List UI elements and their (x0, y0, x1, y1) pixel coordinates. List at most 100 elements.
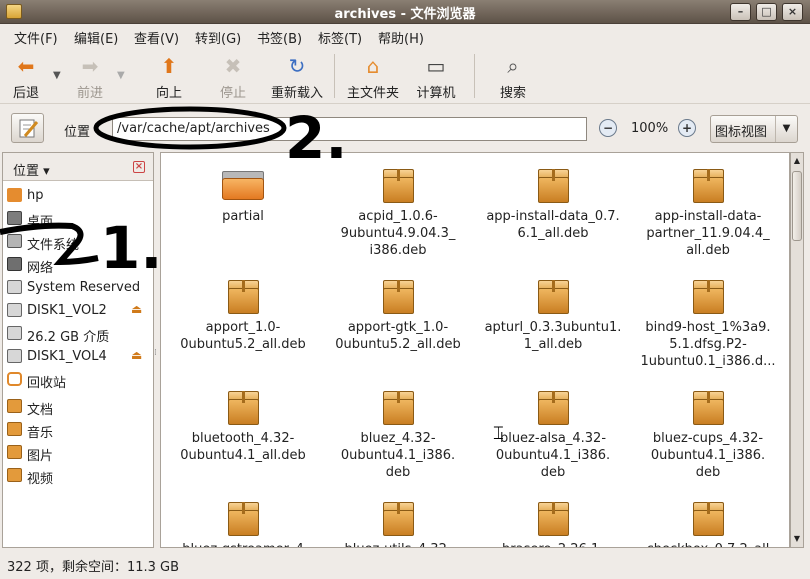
up-button[interactable]: ⬆ 向上 (152, 54, 186, 101)
menu-edit[interactable]: 编辑(E) (74, 28, 118, 47)
stop-button[interactable]: ✖ 停止 (216, 54, 250, 101)
scrollbar-thumb[interactable] (792, 171, 802, 241)
sidebar-item-label: 文档 (27, 403, 54, 418)
scroll-down-icon[interactable]: ▼ (791, 531, 803, 547)
file-item[interactable]: apturl_0.3.3ubuntu1. 1_all.deb (478, 278, 628, 353)
file-name-line: bluez-cups_4.32- (652, 431, 764, 446)
close-sidebar-icon[interactable]: × (133, 161, 145, 173)
menu-file[interactable]: 文件(F) (14, 28, 58, 47)
drive-icon (7, 326, 22, 340)
sidebar-mode-label: 位置 (13, 164, 40, 179)
maximize-button[interactable]: □ (756, 3, 777, 21)
file-name-line: app-install-data- (654, 209, 762, 224)
file-name-line: brasero_2.26.1- (478, 541, 628, 547)
file-item[interactable]: bluez-cups_4.32- 0ubuntu4.1_i386. deb (633, 389, 783, 481)
file-icon-view[interactable]: partial acpid_1.0.6- 9ubuntu4.9.04.3_ i386.… (160, 152, 790, 548)
home-folder-button[interactable]: ⌂ 主文件夹 (344, 54, 402, 101)
zoom-out-icon[interactable]: − (599, 119, 617, 137)
computer-button[interactable]: ▭ 计算机 (414, 54, 458, 101)
package-icon (225, 389, 261, 426)
package-icon (380, 389, 416, 426)
package-icon (380, 500, 416, 537)
file-item[interactable]: app-install-data_0.7. 6.1_all.deb (478, 167, 628, 242)
home-folder-label: 主文件夹 (346, 86, 399, 101)
close-button[interactable]: × (782, 3, 803, 21)
forward-history-dropdown-icon[interactable]: ▼ (117, 70, 125, 81)
package-icon (225, 278, 261, 315)
file-item[interactable]: apport_1.0- 0ubuntu5.2_all.deb (168, 278, 318, 353)
file-name-line: 6.1_all.deb (517, 226, 589, 241)
file-item[interactable]: apport-gtk_1.0- 0ubuntu5.2_all.deb (323, 278, 473, 353)
eject-icon[interactable]: ⏏ (131, 348, 142, 362)
sidebar-item-label: 网络 (27, 261, 54, 276)
vertical-scrollbar[interactable]: ▲ ▼ (790, 152, 804, 548)
reload-icon: ↻ (288, 54, 306, 78)
chevron-down-icon: ▼ (775, 116, 797, 142)
sidebar-item-home[interactable]: hp (3, 185, 153, 207)
file-item[interactable]: checkbox_0.7.2_all (633, 500, 783, 547)
zoom-level[interactable]: 100% (631, 121, 668, 136)
reload-button[interactable]: ↻ 重新载入 (268, 54, 326, 101)
toolbar-separator (334, 54, 335, 98)
file-name-line: 1ubuntu0.1_i386.d... (640, 354, 776, 369)
forward-button[interactable]: ➡ 前进 (74, 54, 106, 101)
status-bar: 322 项，剩余空间：11.3 GB (0, 550, 810, 579)
menu-view[interactable]: 查看(V) (134, 28, 179, 47)
eject-icon[interactable]: ⏏ (131, 302, 142, 316)
file-name-line: bluetooth_4.32- (191, 431, 295, 446)
file-name-line: deb (385, 465, 411, 480)
package-icon (535, 500, 571, 537)
drive-icon (7, 280, 22, 294)
sidebar-item-music[interactable]: 音乐 (3, 419, 153, 441)
folder-icon (7, 468, 22, 482)
forward-label: 前进 (76, 86, 103, 101)
sidebar-item-desktop[interactable]: 桌面 (3, 208, 153, 230)
sidebar-item-documents[interactable]: 文档 (3, 396, 153, 418)
scroll-up-icon[interactable]: ▲ (791, 153, 803, 169)
pane-resize-handle[interactable]: ⁞ (154, 348, 157, 358)
file-name-line: app-install-data_0.7. (486, 209, 620, 224)
menu-go[interactable]: 转到(G) (195, 28, 241, 47)
sidebar-item-disk1-vol4[interactable]: DISK1_VOL4 ⏏ (3, 346, 153, 368)
toggle-location-edit-button[interactable] (11, 113, 44, 143)
sidebar-item-filesystem[interactable]: 文件系统 (3, 231, 153, 253)
file-item[interactable]: brasero_2.26.1- (478, 500, 628, 547)
sidebar-item-label: System Reserved (27, 280, 141, 295)
file-item[interactable]: acpid_1.0.6- 9ubuntu4.9.04.3_ i386.deb (323, 167, 473, 259)
package-icon (535, 278, 571, 315)
back-button[interactable]: ⬅ 后退 (10, 54, 42, 101)
folder-icon (7, 422, 22, 436)
sidebar-item-videos[interactable]: 视频 (3, 465, 153, 487)
sidebar-item-system-reserved[interactable]: System Reserved (3, 277, 153, 299)
network-icon (7, 257, 22, 271)
sidebar-item-media[interactable]: 26.2 GB 介质 (3, 323, 153, 345)
stop-label: 停止 (219, 86, 246, 101)
menu-bookmarks[interactable]: 书签(B) (257, 28, 302, 47)
computer-label: 计算机 (416, 86, 456, 101)
zoom-in-icon[interactable]: + (678, 119, 696, 137)
sidebar-mode-select[interactable]: 位置 ▾ (13, 160, 50, 179)
minimize-button[interactable]: – (730, 3, 751, 21)
sidebar-item-trash[interactable]: 回收站 (3, 369, 153, 391)
file-item[interactable]: app-install-data-partner_11.9.04.4_ all.d… (633, 167, 783, 259)
location-input[interactable]: /var/cache/apt/archives (112, 117, 587, 141)
search-button[interactable]: ⌕ 搜索 (496, 54, 530, 101)
file-item[interactable]: bluetooth_4.32- 0ubuntu4.1_all.deb (168, 389, 318, 464)
menu-help[interactable]: 帮助(H) (378, 28, 424, 47)
file-name-line: apturl_0.3.3ubuntu1. (484, 320, 622, 335)
sidebar-item-pictures[interactable]: 图片 (3, 442, 153, 464)
back-label: 后退 (12, 86, 39, 101)
home-icon (7, 188, 22, 202)
sidebar-item-network[interactable]: 网络 (3, 254, 153, 276)
file-item[interactable]: bluez_4.32- 0ubuntu4.1_i386. deb (323, 389, 473, 481)
view-mode-select[interactable]: 图标视图 ▼ (710, 115, 798, 143)
file-name-line: i386.deb (369, 243, 427, 258)
folder-item[interactable]: partial (168, 167, 318, 225)
file-item[interactable]: bluez-gstreamer_4 (168, 500, 318, 547)
file-item[interactable]: bind9-host_1%3a9. 5.1.dfsg.P2- 1ubuntu0.1_… (633, 278, 783, 370)
sidebar-item-label: hp (27, 188, 44, 203)
file-item[interactable]: bluez-utils_4.32- (323, 500, 473, 547)
sidebar-item-disk1-vol2[interactable]: DISK1_VOL2 ⏏ (3, 300, 153, 322)
menu-tabs[interactable]: 标签(T) (318, 28, 362, 47)
back-history-dropdown-icon[interactable]: ▼ (53, 70, 61, 81)
